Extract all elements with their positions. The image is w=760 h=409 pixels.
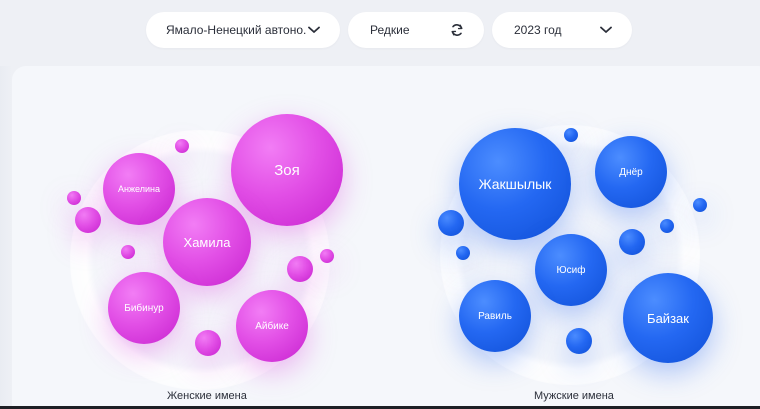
male-name-bubble[interactable]: Жакшылык <box>459 128 571 240</box>
female-decor-bubble <box>67 191 81 205</box>
male-decor-bubble <box>566 328 592 354</box>
male-name-label: Юсиф <box>556 264 586 276</box>
female-name-label: Анжелина <box>118 184 160 194</box>
male-name-bubble[interactable]: Днёр <box>595 136 667 208</box>
male-name-bubble[interactable]: Байзак <box>623 273 713 363</box>
female-name-bubble[interactable]: Айбике <box>236 290 308 362</box>
female-name-label: Айбике <box>255 320 289 332</box>
male-name-bubble[interactable]: Равиль <box>459 280 531 352</box>
female-decor-bubble <box>320 249 334 263</box>
female-name-label: Бибинур <box>124 302 164 314</box>
female-decor-bubble <box>195 330 221 356</box>
male-decor-bubble <box>438 210 464 236</box>
male-decor-bubble <box>564 128 578 142</box>
female-name-bubble[interactable]: Зоя <box>231 114 343 226</box>
male-name-label: Равиль <box>478 310 512 322</box>
female-name-bubble[interactable]: Хамила <box>163 198 251 286</box>
female-name-label: Хамила <box>183 234 231 250</box>
male-decor-bubble <box>619 229 645 255</box>
male-names-caption: Мужские имена <box>534 390 614 402</box>
female-names-caption: Женские имена <box>167 390 247 402</box>
female-decor-bubble <box>175 139 189 153</box>
male-name-bubble[interactable]: Юсиф <box>535 234 607 306</box>
male-name-label: Байзак <box>647 310 689 326</box>
bubble-stage: Зоя Анжелина Хамила Бибинур Айбике Жакшы… <box>0 0 760 409</box>
male-name-label: Днёр <box>619 166 643 178</box>
male-decor-bubble <box>456 246 470 260</box>
female-decor-bubble <box>75 207 101 233</box>
female-name-bubble[interactable]: Бибинур <box>108 272 180 344</box>
female-name-label: Зоя <box>274 161 300 179</box>
male-name-label: Жакшылык <box>478 176 552 192</box>
female-decor-bubble <box>121 245 135 259</box>
female-name-bubble[interactable]: Анжелина <box>103 153 175 225</box>
male-decor-bubble <box>693 198 707 212</box>
female-decor-bubble <box>287 256 313 282</box>
male-decor-bubble <box>660 219 674 233</box>
